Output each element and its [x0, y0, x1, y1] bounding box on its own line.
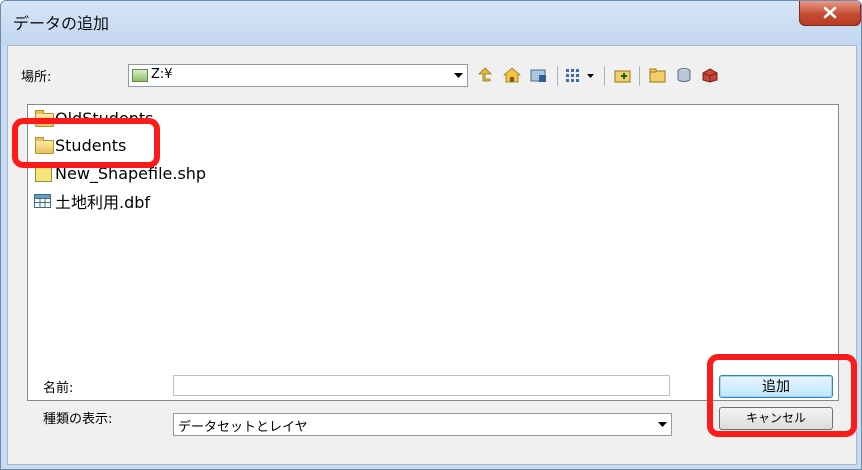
close-button[interactable] [799, 1, 861, 26]
location-value: Z:¥ [151, 67, 173, 82]
toolbar-separator [557, 66, 558, 86]
location-label: 場所: [21, 70, 52, 85]
name-label: 名前: [43, 381, 74, 396]
toolbar-separator [639, 66, 640, 86]
view-options-icon[interactable] [564, 64, 598, 86]
dialog-body: 場所: Z:¥ OldStudents Students New_Shapefi… [7, 45, 857, 465]
toolbar-separator [604, 66, 605, 86]
add-data-dialog: データの追加 場所: Z:¥ OldStudents Students New_… [0, 0, 862, 470]
name-input[interactable] [173, 375, 670, 396]
chevron-down-icon[interactable] [449, 65, 467, 86]
file-name: 土地利用.dbf [55, 193, 151, 212]
connect-folder-icon[interactable] [527, 64, 551, 86]
toolbox-icon[interactable] [698, 64, 722, 86]
students-highlight [12, 118, 160, 168]
dialog-title: データの追加 [13, 14, 110, 33]
title-bar[interactable]: データの追加 [1, 1, 861, 45]
up-folder-icon[interactable] [473, 64, 497, 86]
chevron-down-icon[interactable] [653, 414, 671, 435]
buttons-highlight [707, 354, 857, 437]
filter-combo[interactable]: データセットとレイヤ [173, 413, 672, 436]
database-icon[interactable] [672, 64, 696, 86]
close-icon [823, 6, 837, 19]
table-icon [34, 194, 51, 208]
filter-label: 種類の表示: [43, 412, 113, 427]
folder-icon[interactable] [646, 64, 670, 86]
filter-value: データセットとレイヤ [178, 420, 308, 435]
shapefile-icon [35, 166, 52, 182]
new-folder-icon[interactable] [611, 64, 635, 86]
location-combo[interactable]: Z:¥ [128, 64, 468, 87]
drive-icon [132, 69, 148, 82]
list-item[interactable]: 土地利用.dbf [34, 189, 150, 213]
home-icon[interactable] [500, 64, 524, 86]
